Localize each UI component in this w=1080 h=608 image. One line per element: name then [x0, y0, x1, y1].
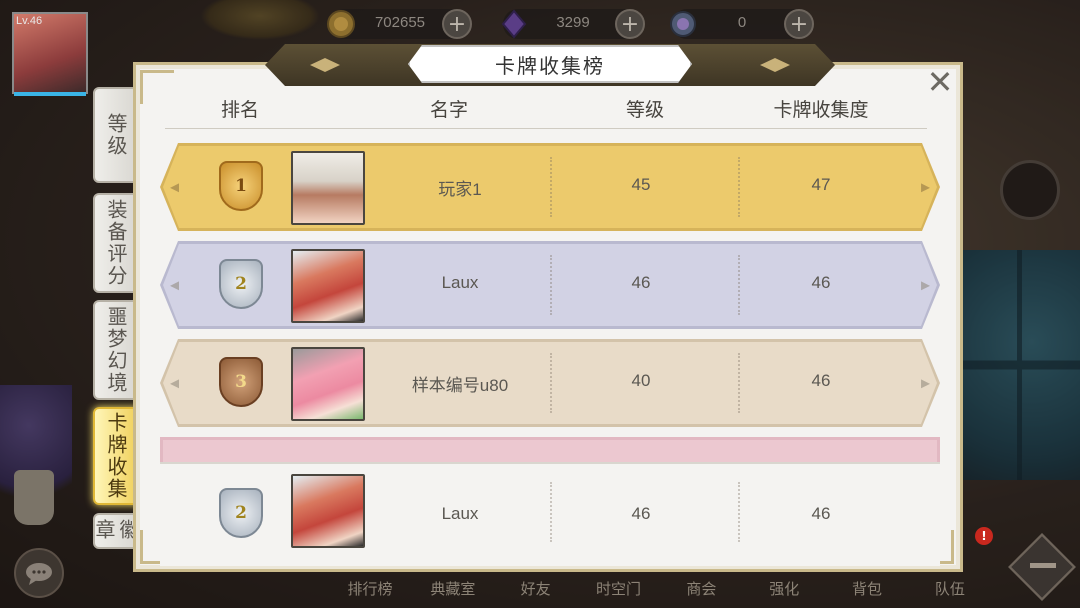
player-name: 玩家1 [438, 180, 482, 199]
chat-button[interactable] [14, 548, 64, 598]
nav-friends[interactable]: 好友 [496, 572, 576, 608]
nav-bag[interactable]: 背包 [827, 572, 907, 608]
player-exp-bar [14, 92, 86, 96]
left-arrow-ornament: ◂ [170, 274, 180, 296]
left-arrow-ornament: ◂ [170, 176, 180, 198]
table-row[interactable]: ◂ ▸ 1 玩家1 45 47 [160, 143, 940, 231]
player-level-value: 40 [631, 371, 651, 390]
player-avatar[interactable]: Lv.46 [12, 12, 88, 94]
header-level: 等级 [625, 99, 665, 121]
rainbow-orb-icon [666, 7, 700, 41]
player-name: Laux [441, 273, 479, 292]
nav-time-gate[interactable]: 时空门 [579, 572, 659, 608]
header-name: 名字 [429, 99, 469, 121]
right-arrow-ornament: ▸ [920, 372, 930, 394]
own-rank-row[interactable]: 2 Laux 46 46 [160, 462, 940, 566]
avatar [291, 474, 365, 548]
nav-collection-room[interactable]: 典藏室 [413, 572, 493, 608]
alert-badge: ! [975, 527, 993, 545]
avatar [291, 347, 365, 421]
bottom-nav: 排行榜 典藏室 好友 时空门 商会 强化 背包 队伍 [330, 572, 990, 608]
collection-value: 46 [811, 371, 831, 390]
purple-crystal-icon [497, 7, 531, 41]
chat-icon [26, 563, 52, 585]
player-level: Lv.46 [16, 15, 43, 27]
nav-team[interactable]: 队伍 [910, 572, 990, 608]
silver-medal-icon: 2 [210, 253, 272, 315]
gold-medal-icon: 1 [210, 155, 272, 217]
silver-medal-icon: 2 [210, 482, 272, 544]
minus-icon [1030, 563, 1056, 568]
title-plate: 卡牌收集榜 [408, 45, 692, 83]
page-title: 卡牌收集榜 [495, 53, 605, 78]
currency-crystal: 3299 + [501, 9, 645, 39]
player-name: 样本编号u80 [411, 376, 509, 395]
add-orb-button[interactable]: + [784, 9, 814, 39]
player-level-value: 46 [631, 504, 651, 523]
avatar [291, 151, 365, 225]
right-arrow-ornament: ▸ [920, 274, 930, 296]
avatar [291, 249, 365, 323]
table-row[interactable]: ◂ ▸ 2 Laux 46 46 [160, 241, 940, 329]
collection-value: 46 [811, 273, 831, 292]
header-collection: 卡牌收集度 [773, 99, 869, 121]
nav-enhance[interactable]: 强化 [744, 572, 824, 608]
player-level-value: 45 [631, 175, 651, 194]
player-level-value: 46 [631, 273, 651, 292]
currency-gold: 702655 + [327, 9, 472, 39]
nav-leaderboard[interactable]: 排行榜 [330, 572, 410, 608]
nav-guild[interactable]: 商会 [661, 572, 741, 608]
header-rank: 排名 [220, 99, 260, 121]
currency-orb: 0 + [670, 9, 814, 39]
right-arrow-ornament: ▸ [920, 176, 930, 198]
table-row[interactable]: ◂ ▸ 3 样本编号u80 40 46 [160, 339, 940, 427]
column-headers: 排名 名字 等级 卡牌收集度 [165, 95, 935, 125]
bronze-medal-icon: 3 [210, 351, 272, 413]
collection-value: 46 [811, 504, 831, 523]
collection-value: 47 [811, 175, 831, 194]
left-arrow-ornament: ◂ [170, 372, 180, 394]
add-crystal-button[interactable]: + [615, 9, 645, 39]
player-name: Laux [441, 504, 479, 523]
gold-coin-icon [324, 7, 358, 41]
header-divider [165, 128, 927, 129]
add-gold-button[interactable]: + [442, 9, 472, 39]
